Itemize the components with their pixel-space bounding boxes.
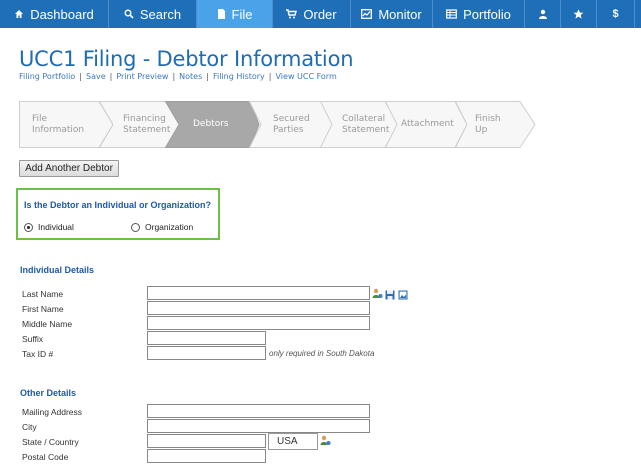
first-name-input[interactable] (147, 301, 370, 315)
monitor-icon (361, 9, 373, 19)
debtor-type-box: Is the Debtor an Individual or Organizat… (16, 188, 220, 240)
nav-order[interactable]: Order (273, 0, 351, 28)
link-separator: | (79, 72, 82, 81)
user-icon (538, 9, 548, 19)
nav-portfolio-label: Portfolio (463, 6, 511, 22)
step-label: Secured Parties (273, 113, 310, 135)
save-icon[interactable] (385, 287, 395, 300)
step-arrow-shape (455, 101, 536, 148)
step-label: File Information (32, 113, 85, 135)
top-nav: Dashboard Search File Order Monitor Port… (0, 0, 641, 28)
nav-dashboard-label: Dashboard (30, 6, 94, 22)
radio-organization-label: Organization (145, 222, 194, 232)
tax-id-note: only required in South Dakota (269, 349, 375, 358)
nav-portfolio[interactable]: Portfolio (433, 0, 525, 28)
nav-monitor[interactable]: Monitor (351, 0, 433, 28)
link-save[interactable]: Save (86, 72, 106, 81)
nav-dashboard[interactable]: Dashboard (0, 0, 109, 28)
file-icon (217, 9, 226, 19)
image-icon[interactable] (398, 287, 408, 300)
radio-selected-icon[interactable] (24, 222, 33, 232)
mailing-address-label: Mailing Address (22, 407, 83, 417)
radio-organization[interactable]: Organization (131, 222, 193, 232)
dollar-icon: $ (612, 8, 619, 20)
nav-search-label: Search (139, 6, 182, 22)
middle-name-label: Middle Name (22, 319, 73, 329)
star-icon (573, 9, 584, 19)
link-view-ucc-form[interactable]: View UCC Form (276, 72, 337, 81)
link-separator: | (172, 72, 176, 81)
link-separator: | (206, 72, 209, 81)
suffix-label: Suffix (22, 334, 44, 344)
portfolio-icon (446, 9, 458, 19)
middle-name-input[interactable] (147, 316, 370, 330)
radio-individual-label: Individual (38, 222, 74, 232)
link-notes[interactable]: Notes (179, 72, 202, 81)
mailing-address-input[interactable] (147, 404, 370, 418)
debtor-type-question: Is the Debtor an Individual or Organizat… (24, 200, 212, 210)
add-another-debtor-button[interactable]: Add Another Debtor (19, 160, 119, 177)
country-field[interactable]: USA (268, 433, 318, 450)
last-name-label: Last Name (22, 289, 64, 299)
link-filing-portfolio[interactable]: Filing Portfolio (19, 72, 75, 81)
person-lookup-icon[interactable] (320, 433, 331, 445)
step-label: Finish Up (475, 113, 501, 135)
step-label: Attachment (401, 119, 454, 129)
step-label: Collateral Statement (342, 113, 390, 135)
nav-favorites[interactable] (561, 0, 597, 28)
tax-id-input[interactable] (147, 346, 266, 360)
link-separator: | (268, 72, 272, 81)
radio-individual[interactable]: Individual (24, 222, 74, 232)
postal-code-input[interactable] (147, 449, 266, 463)
nav-order-label: Order (303, 6, 337, 22)
suffix-input[interactable] (147, 331, 266, 345)
postal-code-label: Postal Code (22, 452, 69, 462)
step-label: Financing Statement (123, 113, 171, 135)
last-name-input[interactable] (147, 286, 370, 300)
link-print-preview[interactable]: Print Preview (116, 72, 168, 81)
nav-search[interactable]: Search (109, 0, 197, 28)
nav-monitor-label: Monitor (378, 6, 422, 22)
radio-unselected-icon[interactable] (131, 222, 140, 232)
cart-icon (286, 9, 298, 19)
link-filing-history[interactable]: Filing History (213, 72, 265, 81)
other-details-heading: Other Details (20, 388, 77, 398)
nav-file[interactable]: File (197, 0, 273, 28)
state-country-label: State / Country (22, 437, 79, 447)
link-separator: | (109, 72, 113, 81)
city-input[interactable] (147, 419, 370, 433)
state-input[interactable] (147, 434, 266, 448)
nav-user[interactable] (525, 0, 561, 28)
nav-file-label: File (231, 6, 253, 22)
individual-details-heading: Individual Details (20, 265, 95, 275)
home-icon (14, 9, 24, 19)
first-name-label: First Name (22, 304, 64, 314)
nav-billing[interactable]: $ (597, 0, 635, 28)
person-lookup-icon[interactable] (372, 286, 383, 298)
action-links: Filing Portfolio | Save | Print Preview | N… (19, 72, 337, 81)
page-title: UCC1 Filing - Debtor Information (19, 47, 354, 71)
search-icon (124, 9, 134, 19)
city-label: City (22, 422, 37, 432)
step-label: Debtors (193, 119, 229, 129)
tax-id-label: Tax ID # (22, 349, 54, 359)
